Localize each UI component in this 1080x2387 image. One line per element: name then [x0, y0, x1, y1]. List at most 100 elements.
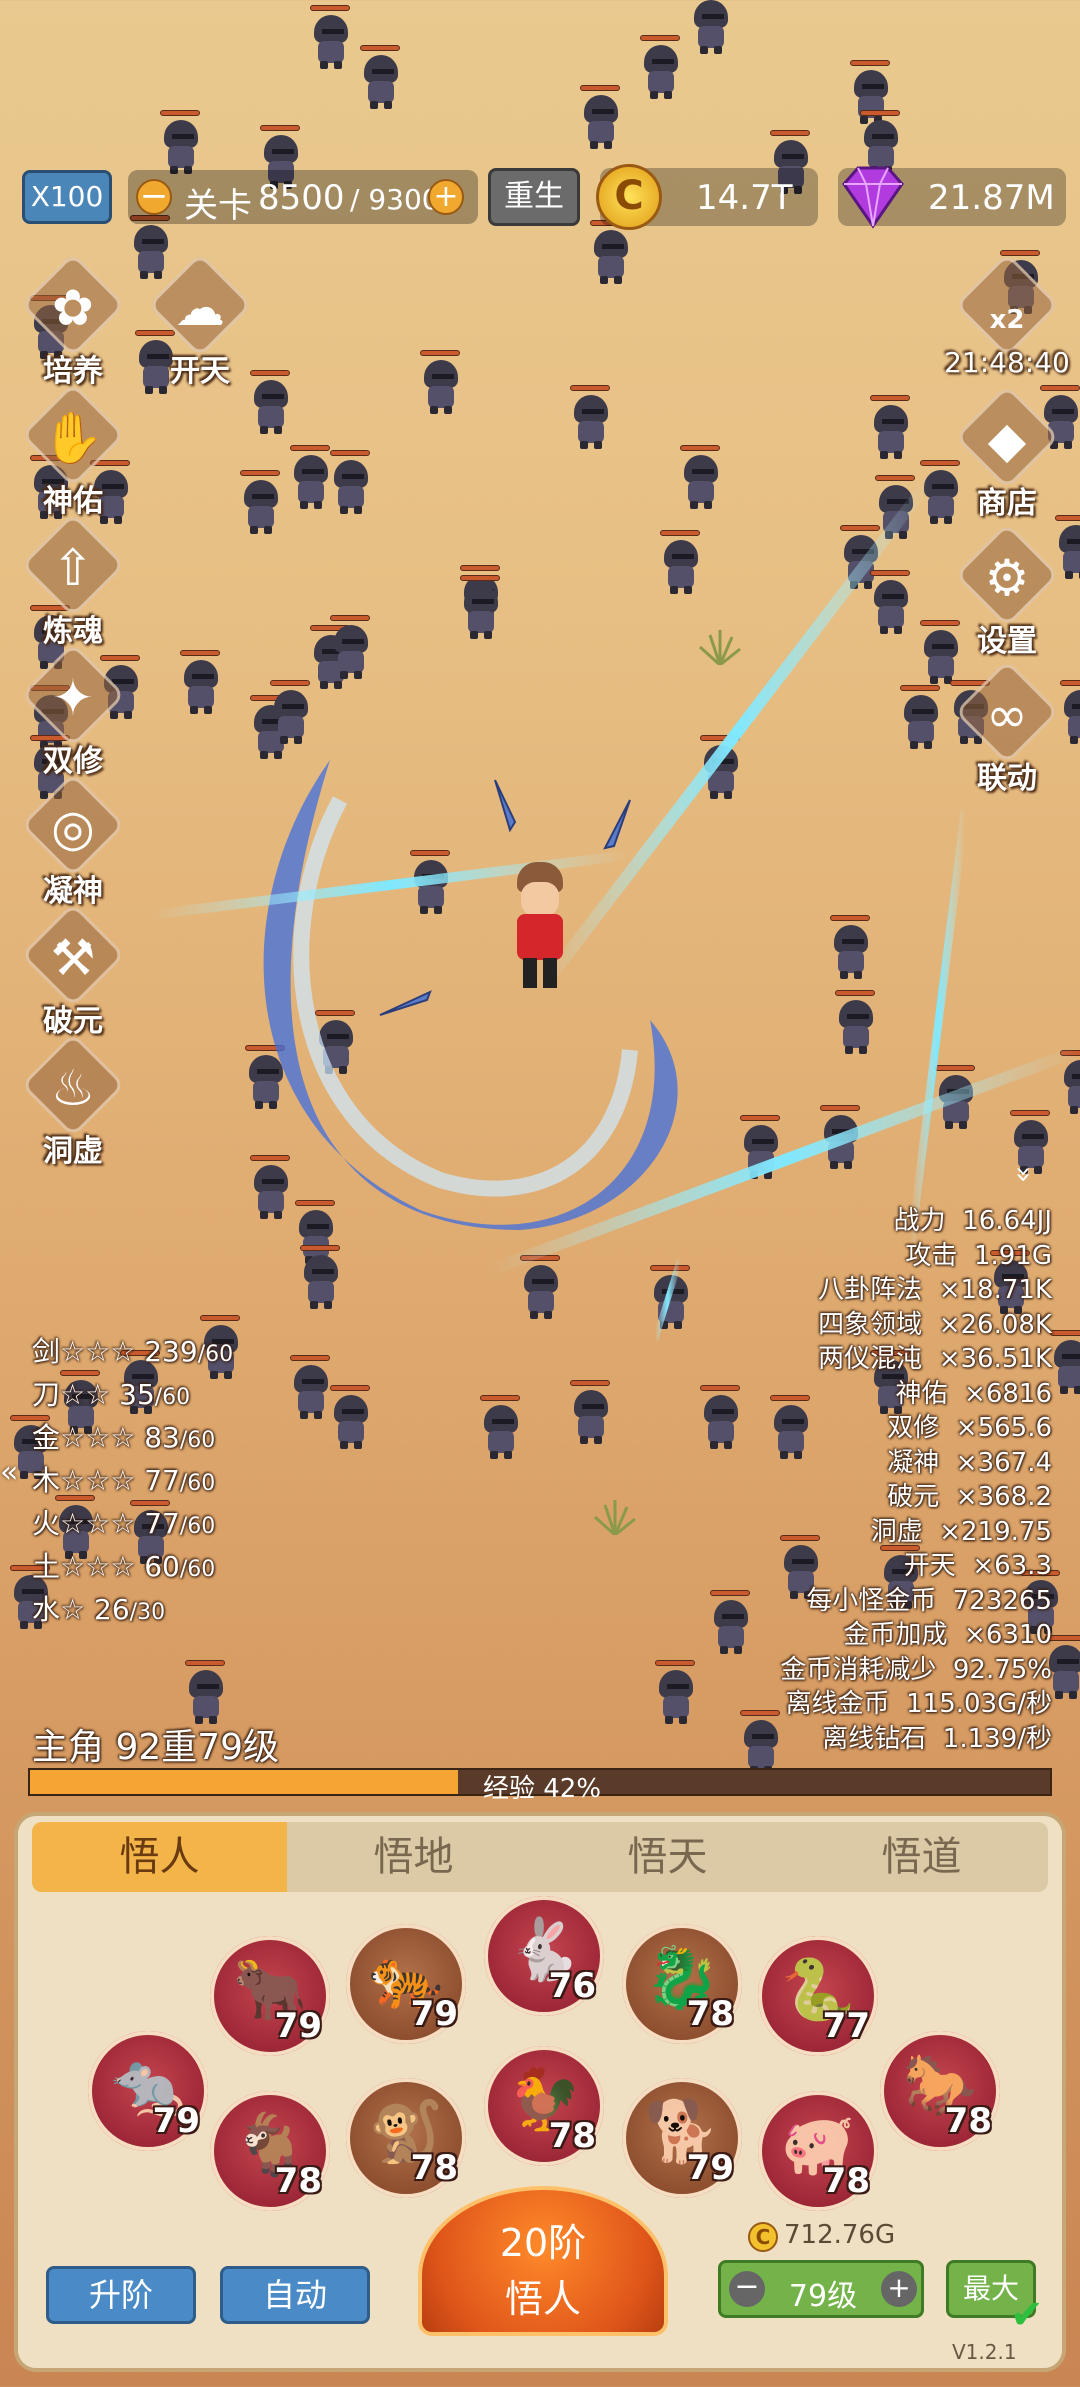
- stat-value: 16.64JJ: [962, 1206, 1052, 1236]
- hero-leg: [523, 958, 537, 988]
- weapon-name: 水: [32, 1593, 61, 1626]
- weapon-name: 土: [32, 1550, 61, 1583]
- menu-label: 凝神: [43, 874, 103, 909]
- menu-flame[interactable]: ♨ 洞虚: [18, 1032, 128, 1178]
- collapse-left-icon[interactable]: «: [0, 1455, 18, 1490]
- level-stepper: − 79级 +: [718, 2260, 924, 2318]
- flame-icon: ♨: [50, 1059, 96, 1117]
- stat-label: 破元: [887, 1482, 940, 1512]
- menu-cultivate[interactable]: ✿ 培养: [18, 252, 128, 398]
- level-decrease-button[interactable]: −: [729, 2271, 765, 2307]
- level-increase-button[interactable]: +: [881, 2271, 917, 2307]
- stat-value: 1.139/秒: [942, 1723, 1052, 1754]
- upgrade-cost: 712.76G: [784, 2220, 896, 2250]
- zodiac-rooster[interactable]: 🐓 78: [484, 2046, 604, 2166]
- menu-focus[interactable]: ◎ 凝神: [18, 772, 128, 918]
- stat-value: ×565.6: [955, 1413, 1052, 1443]
- weapon-stars: ☆: [60, 1593, 86, 1626]
- stat-value: ×36.51K: [938, 1344, 1052, 1374]
- stat-label: 洞虚: [870, 1516, 923, 1547]
- level-value: 79级: [788, 2279, 858, 2314]
- zodiac-horse[interactable]: 🐎 78: [880, 2031, 1000, 2151]
- stat-row: 开天 ×63.3: [904, 1545, 1052, 1582]
- stage-label: 关卡: [184, 186, 252, 226]
- stage-prev-button[interactable]: −: [136, 179, 172, 215]
- stat-row: 每小怪金币 723265: [806, 1580, 1052, 1617]
- zodiac-snake[interactable]: 🐍 77: [758, 1936, 878, 2056]
- tab-3[interactable]: 悟天: [540, 1822, 795, 1892]
- weapon-row: 火☆☆☆ 77/60: [32, 1502, 215, 1542]
- zodiac-rat[interactable]: 🐀 79: [88, 2031, 208, 2151]
- diamond-panel: 21.87M: [838, 166, 1066, 229]
- stat-value: 92.75%: [952, 1654, 1052, 1685]
- tab-1[interactable]: 悟人: [32, 1822, 287, 1892]
- zodiac-level: 78: [410, 2148, 458, 2188]
- stat-row: 离线金币 115.03G/秒: [786, 1683, 1052, 1720]
- diamond-icon: [842, 166, 904, 229]
- zodiac-level: 77: [822, 2006, 870, 2046]
- rebirth-button[interactable]: 重生: [488, 168, 580, 226]
- weapon-stars: ☆☆☆: [60, 1335, 136, 1368]
- stat-label: 攻击: [905, 1240, 958, 1271]
- hero-body: [517, 914, 563, 960]
- menu-kaitian[interactable]: ☁ 开天: [145, 252, 255, 398]
- collapse-down-icon[interactable]: »: [1008, 1166, 1041, 1183]
- upgrade-rank-button[interactable]: 升阶: [46, 2266, 196, 2324]
- stat-value: ×63.3: [972, 1551, 1052, 1581]
- double-boost-button[interactable]: x2 21:48:40: [944, 252, 1070, 398]
- gold-amount: 14.7T: [696, 178, 793, 218]
- menu-label: 培养: [43, 354, 103, 389]
- zodiac-level: 78: [686, 1994, 734, 2034]
- zodiac-pig[interactable]: 🐖 78: [758, 2091, 878, 2211]
- zodiac-monkey[interactable]: 🐒 78: [346, 2078, 466, 2198]
- zodiac-goat[interactable]: 🐐 78: [210, 2091, 330, 2211]
- weapon-max: /60: [179, 1471, 216, 1496]
- weapon-max: /60: [179, 1428, 216, 1453]
- zodiac-level: 79: [152, 2101, 200, 2141]
- zodiac-rabbit[interactable]: 🐇 76: [484, 1896, 604, 2016]
- stat-label: 战力: [893, 1206, 946, 1236]
- weapon-max: /60: [179, 1557, 216, 1582]
- weapon-stars: ☆☆☆: [60, 1464, 136, 1497]
- menu-diamond-shop[interactable]: ◆ 商店: [952, 384, 1062, 530]
- menu-refine-soul[interactable]: ⇧ 炼魂: [18, 512, 128, 658]
- weapon-row: 金☆☆☆ 83/60: [32, 1416, 215, 1456]
- stat-row: 战力 16.64JJ: [894, 1200, 1052, 1237]
- gold-coin-icon: C: [748, 2222, 778, 2252]
- weapon-value: 35: [119, 1378, 155, 1411]
- menu-gear[interactable]: ⚙ 设置: [952, 522, 1062, 668]
- zodiac-dragon[interactable]: 🐉 78: [622, 1924, 742, 2044]
- rank-up-button[interactable]: 20阶 悟人: [418, 2186, 668, 2336]
- weapon-row: 木☆☆☆ 77/60: [32, 1459, 215, 1499]
- stat-value: ×6310: [964, 1620, 1052, 1650]
- menu-link[interactable]: ∞ 联动: [952, 659, 1062, 805]
- menu-hammer[interactable]: ⚒ 破元: [18, 902, 128, 1048]
- zodiac-tiger[interactable]: 🐅 79: [346, 1924, 466, 2044]
- menu-label: 商店: [977, 486, 1037, 521]
- cloud-icon: ☁: [175, 279, 225, 337]
- auto-button[interactable]: 自动: [220, 2266, 370, 2324]
- focus-icon: ◎: [51, 799, 95, 857]
- zodiac-ox[interactable]: 🐂 79: [210, 1936, 330, 2056]
- weapon-value: 77: [144, 1464, 180, 1497]
- stat-value: ×219.75: [939, 1516, 1052, 1547]
- stage-next-button[interactable]: +: [428, 179, 464, 215]
- weapon-row: 水☆ 26/30: [32, 1588, 165, 1628]
- menu-dual-cultivation[interactable]: ✦ 双修: [18, 642, 128, 788]
- stage-total: / 9300: [350, 183, 440, 216]
- speed-button[interactable]: X100: [22, 170, 112, 224]
- tab-4[interactable]: 悟道: [794, 1822, 1049, 1892]
- stat-row: 离线钻石 1.139/秒: [822, 1718, 1052, 1755]
- hero-leg: [543, 958, 557, 988]
- menu-label: 双修: [43, 744, 103, 779]
- version-label: V1.2.1: [952, 2340, 1017, 2364]
- boost-timer: 21:48:40: [944, 346, 1070, 379]
- menu-label: 破元: [43, 1004, 103, 1039]
- weapon-name: 剑: [32, 1335, 61, 1368]
- stat-row: 四象领域 ×26.08K: [818, 1304, 1052, 1341]
- tab-2[interactable]: 悟地: [286, 1822, 541, 1892]
- zodiac-level: 78: [822, 2161, 870, 2201]
- stat-label: 每小怪金币: [806, 1585, 937, 1616]
- zodiac-dog[interactable]: 🐕 79: [622, 2078, 742, 2198]
- menu-blessing[interactable]: ✋ 神佑: [18, 382, 128, 528]
